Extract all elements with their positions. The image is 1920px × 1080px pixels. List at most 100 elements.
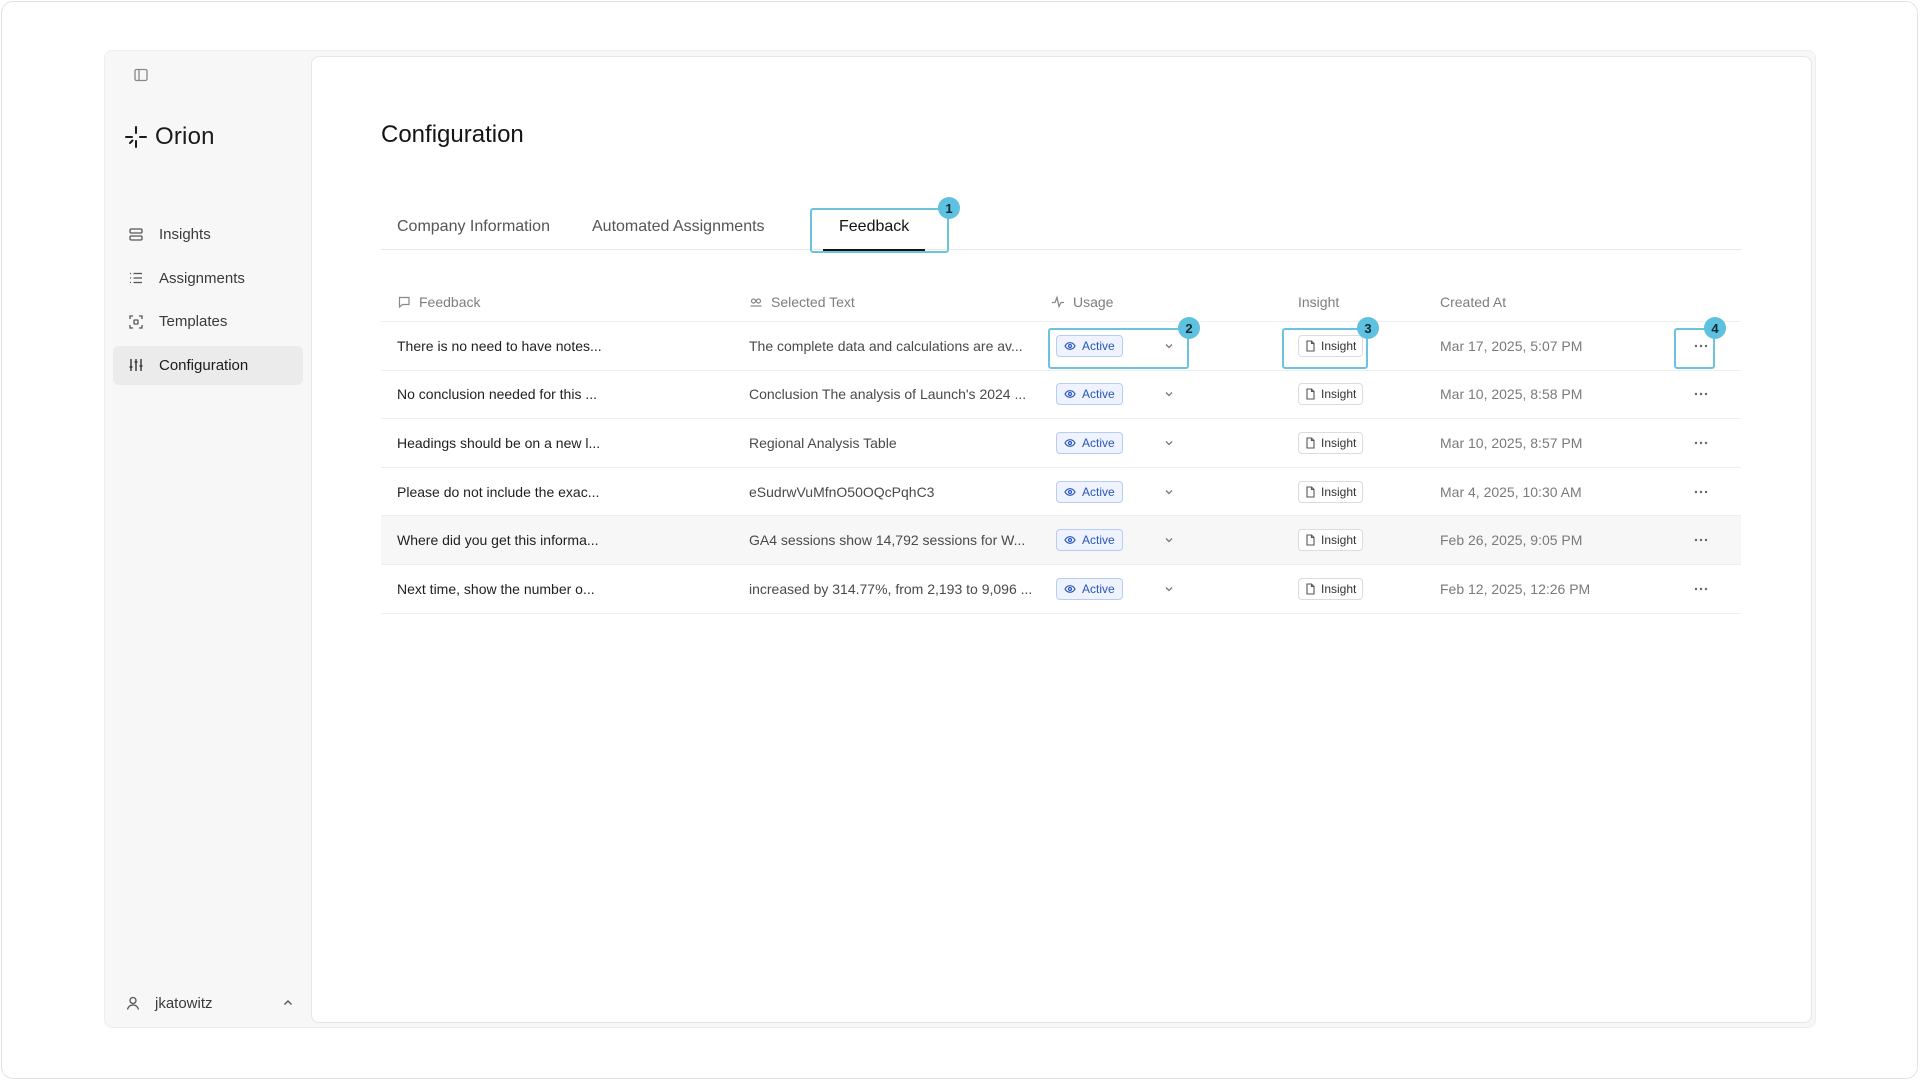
usage-dropdown-chevron[interactable]: [1161, 386, 1177, 402]
feedback-cell[interactable]: There is no need to have notes...: [397, 322, 602, 370]
usage-cell: Active: [1056, 371, 1177, 419]
insight-label: Insight: [1321, 581, 1357, 596]
activity-icon: [1052, 295, 1064, 309]
usage-cell: Active: [1056, 516, 1177, 564]
table-row[interactable]: Where did you get this informa... GA4 se…: [381, 516, 1741, 565]
more-horizontal-icon: [1694, 490, 1708, 493]
insight-link-button[interactable]: Insight: [1298, 431, 1364, 454]
table-row[interactable]: No conclusion needed for this ... Conclu…: [381, 371, 1741, 420]
row-actions-button[interactable]: [1682, 371, 1720, 419]
created-at-cell: Mar 10, 2025, 8:58 PM: [1440, 386, 1583, 403]
usage-cell: Active: [1056, 468, 1177, 516]
chevron-down-icon: [1165, 586, 1173, 592]
row-actions-button[interactable]: [1682, 565, 1720, 613]
insight-label: Insight: [1321, 435, 1357, 450]
header-feedback[interactable]: Feedback: [397, 294, 480, 310]
document-icon: [1306, 340, 1315, 352]
insight-link-button[interactable]: Insight: [1298, 577, 1364, 600]
usage-cell: Active: [1056, 419, 1177, 467]
brand-logo[interactable]: Orion: [123, 123, 215, 151]
table-row[interactable]: Please do not include the exac... eSudrw…: [381, 468, 1741, 517]
row-actions-button[interactable]: [1682, 468, 1720, 516]
tab-company-information[interactable]: Company Information: [397, 212, 550, 250]
usage-status-badge[interactable]: Active: [1056, 577, 1123, 600]
tab-automated-assignments[interactable]: Automated Assignments: [592, 212, 765, 250]
brand-name: Orion: [155, 123, 215, 150]
tab-feedback[interactable]: Feedback: [823, 212, 926, 251]
header-created-at[interactable]: Created At: [1440, 294, 1506, 310]
sidebar-item-label: Assignments: [159, 269, 245, 287]
annotation-marker-4: 4: [1704, 317, 1726, 339]
scan-icon: [127, 313, 145, 331]
table-row[interactable]: Headings should be on a new l... Regiona…: [381, 419, 1741, 468]
insight-cell: Insight: [1298, 565, 1364, 613]
sidebar-item-templates[interactable]: Templates: [113, 302, 303, 341]
usage-status-badge[interactable]: Active: [1056, 480, 1123, 503]
tab-label: Company Information: [397, 218, 550, 235]
usage-dropdown-chevron[interactable]: [1161, 338, 1177, 354]
usage-dropdown-chevron[interactable]: [1161, 435, 1177, 451]
sidebar-item-configuration[interactable]: Configuration: [113, 345, 303, 385]
annotation-marker-3: 3: [1357, 317, 1379, 339]
header-label: Created At: [1440, 294, 1507, 310]
row-actions-button[interactable]: [1682, 516, 1720, 564]
orion-spark-icon: [125, 126, 147, 148]
text-select-icon: [750, 298, 762, 307]
sidebar-item-assignments[interactable]: Assignments: [113, 259, 303, 298]
selected-text-cell: Regional Analysis Table: [749, 434, 897, 451]
sidebar-item-label: Templates: [159, 313, 228, 331]
insight-label: Insight: [1321, 387, 1357, 402]
eye-icon: [1064, 390, 1076, 399]
header-usage[interactable]: Usage: [1051, 294, 1113, 310]
insight-link-button[interactable]: Insight: [1298, 383, 1364, 406]
feedback-cell[interactable]: Where did you get this informa...: [397, 516, 599, 564]
selected-text-cell: The complete data and calculations are a…: [749, 337, 1023, 354]
feedback-cell[interactable]: Headings should be on a new l...: [397, 419, 600, 467]
header-selected-text[interactable]: Selected Text: [749, 294, 855, 310]
page-title: Configuration: [381, 121, 524, 148]
badge-label: Active: [1082, 581, 1115, 596]
header-label: Selected Text: [771, 294, 855, 310]
eye-icon: [1064, 536, 1076, 545]
usage-status-badge[interactable]: Active: [1056, 431, 1123, 454]
usage-status-badge[interactable]: Active: [1056, 529, 1123, 552]
feedback-cell[interactable]: Next time, show the number o...: [397, 565, 595, 613]
document-icon: [1306, 534, 1315, 546]
insight-link-button[interactable]: Insight: [1298, 334, 1364, 357]
feedback-cell[interactable]: Please do not include the exac...: [397, 468, 599, 516]
feedback-cell[interactable]: No conclusion needed for this ...: [397, 371, 597, 419]
header-label: Usage: [1073, 294, 1114, 310]
more-horizontal-icon: [1694, 538, 1708, 542]
sidebar-nav: Insights Assignments Templates Configura…: [113, 215, 303, 389]
table-header: Feedback Selected Text Usage Insight Cre…: [381, 283, 1741, 322]
tab-active-underline: [823, 249, 926, 251]
more-horizontal-icon: [1694, 344, 1708, 347]
chevron-down-icon: [1165, 441, 1173, 446]
user-icon: [126, 996, 140, 1010]
sidebar-toggle-button[interactable]: [129, 63, 153, 87]
chevron-up-icon[interactable]: [281, 996, 295, 1010]
insight-link-button[interactable]: Insight: [1298, 529, 1364, 552]
usage-dropdown-chevron[interactable]: [1161, 581, 1177, 597]
selected-text-cell: Conclusion The analysis of Launch's 2024…: [749, 386, 1027, 403]
row-actions-button[interactable]: [1682, 419, 1720, 467]
table-row[interactable]: Next time, show the number o... increase…: [381, 565, 1741, 614]
insight-link-button[interactable]: Insight: [1298, 480, 1364, 503]
usage-dropdown-chevron[interactable]: [1161, 484, 1177, 500]
document-icon: [1306, 486, 1315, 498]
eye-icon: [1064, 439, 1076, 447]
user-menu[interactable]: jkatowitz: [125, 989, 295, 1017]
badge-label: Active: [1082, 484, 1115, 499]
header-insight[interactable]: Insight: [1298, 294, 1339, 310]
table-row[interactable]: There is no need to have notes... The co…: [381, 322, 1741, 371]
usage-dropdown-chevron[interactable]: [1161, 532, 1177, 548]
usage-status-badge[interactable]: Active: [1056, 383, 1123, 406]
badge-label: Active: [1082, 533, 1115, 548]
badge-label: Active: [1082, 387, 1115, 402]
document-icon: [1306, 388, 1315, 400]
created-at-cell: Mar 10, 2025, 8:57 PM: [1440, 434, 1583, 451]
comment-icon: [398, 296, 410, 309]
usage-status-badge[interactable]: Active: [1056, 334, 1123, 357]
sidebar-item-insights[interactable]: Insights: [113, 215, 303, 254]
username: jkatowitz: [155, 994, 213, 1012]
